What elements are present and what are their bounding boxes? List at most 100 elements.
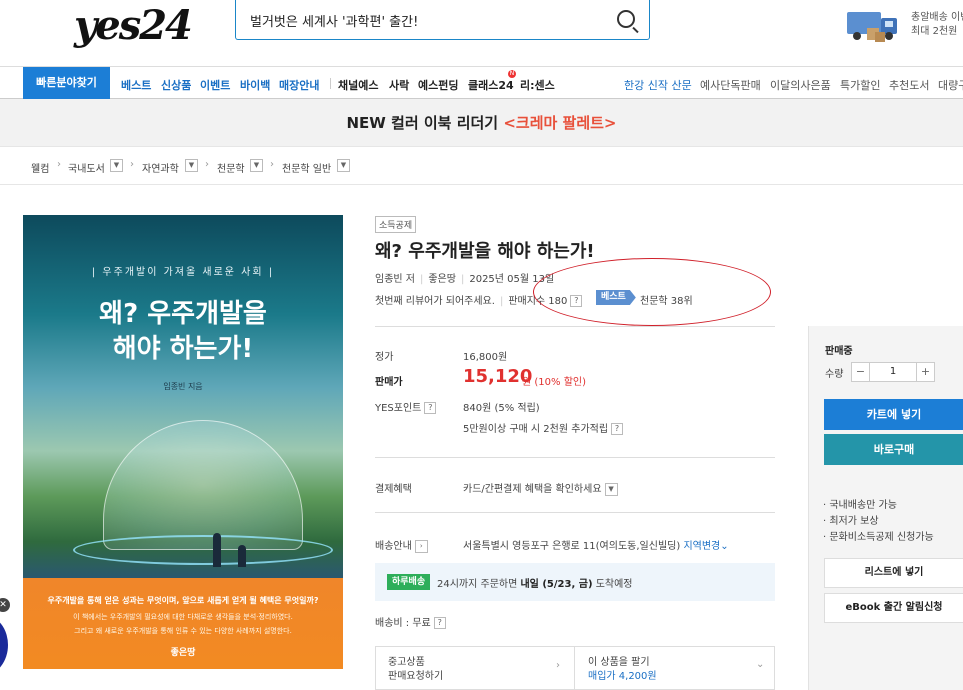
- list-price-value: 16,800원: [463, 352, 508, 363]
- nav-item-exclusive[interactable]: 예사단독판매: [700, 77, 761, 93]
- nav-item-sarak[interactable]: 사락: [389, 77, 409, 93]
- chevron-right-icon: ›: [205, 159, 209, 170]
- info-bullet: · 최저가 보상: [823, 516, 879, 527]
- banner-accent: <크레마 팔레트>: [503, 114, 617, 132]
- delivery-box: 하루배송 24시까지 주문하면 내일 (5/23, 금) 도착예정: [375, 563, 775, 601]
- chevron-down-icon[interactable]: ⌄: [756, 659, 764, 670]
- crumb-home[interactable]: 웰컴: [31, 160, 49, 175]
- cover-blurb-3: 그리고 왜 새로운 우주개발을 통해 인류 수 있는 다양한 사례까지 설명한다…: [74, 627, 292, 635]
- nav-item-gift[interactable]: 이달의사은품: [770, 77, 831, 93]
- shipping-fee-text: 배송비 : 무료: [375, 618, 431, 629]
- quantity-stepper[interactable]: − 1 +: [851, 362, 935, 382]
- chevron-down-icon[interactable]: ▼: [110, 159, 123, 172]
- help-icon[interactable]: ?: [424, 402, 437, 414]
- promo-line-1[interactable]: 총알배송 이벤: [911, 8, 963, 23]
- nav-item-funding[interactable]: 예스펀딩: [418, 77, 458, 93]
- cover-publisher: 좋은땅: [170, 648, 196, 658]
- used-line-1[interactable]: 중고상품: [388, 653, 425, 668]
- new-badge: N: [508, 70, 516, 78]
- yes-point-label: YES포인트?: [375, 399, 437, 414]
- cover-figure: [213, 533, 221, 567]
- review-link[interactable]: 첫번째 리뷰어가 되어주세요.: [375, 296, 495, 307]
- nav-item-recommend[interactable]: 추천도서: [889, 77, 929, 93]
- nav-item-license[interactable]: 리:센스: [520, 77, 555, 93]
- divider: [375, 326, 775, 327]
- minus-icon[interactable]: −: [852, 363, 870, 381]
- search-box[interactable]: 벌거벗은 세계사 '과학편' 출간!: [235, 0, 650, 40]
- delivery-pre: 24시까지 주문하면: [437, 579, 521, 590]
- chevron-right-icon[interactable]: ›: [414, 539, 428, 553]
- author-link[interactable]: 임종빈 저: [375, 274, 415, 285]
- add-to-cart-button[interactable]: 카트에 넣기: [824, 399, 963, 430]
- product-title: 왜? 우주개발을 해야 하는가!: [375, 241, 595, 262]
- info-bullet: · 문화비소득공제 신청가능: [823, 532, 934, 543]
- promo-banner[interactable]: NEW 컬러 이북 리더기 <크레마 팔레트>: [0, 99, 963, 147]
- discount-rate: (10% 할인): [534, 377, 586, 388]
- chevron-right-icon: ›: [270, 159, 274, 170]
- purchase-panel: 판매중 수량 − 1 + 카트에 넣기 바로구매 · 국내배송만 가능 · 최저…: [808, 326, 963, 690]
- payment-label: 결제혜택: [375, 484, 412, 495]
- chevron-right-icon: ›: [57, 159, 61, 170]
- cover-blurb-2: 이 책에서는 우주개발의 필요성에 대한 다채로운 생각들을 분석·정리하였다.: [73, 613, 293, 621]
- nav-item-hangang[interactable]: 한강 신작 산문: [624, 77, 692, 93]
- crumb-astronomy-general[interactable]: 천문학 일반: [282, 160, 331, 175]
- sell-line-2[interactable]: 매입가 4,200원: [588, 667, 657, 682]
- nav-item-buyback[interactable]: 바이백: [240, 77, 270, 93]
- yes-point-text: YES포인트: [375, 403, 422, 414]
- quick-category-button[interactable]: 빠른분야찾기: [23, 67, 110, 99]
- plus-icon[interactable]: +: [916, 363, 934, 381]
- nav-item-new[interactable]: 신상품: [161, 77, 191, 93]
- main-nav: 빠른분야찾기 베스트 신상품 이벤트 바이백 매장안내 채널예스 사락 예스펀딩…: [0, 66, 963, 99]
- used-line-2[interactable]: 판매요청하기: [388, 667, 443, 682]
- book-cover[interactable]: | 우주개발이 가져올 새로운 사회 | 왜? 우주개발을 해야 하는가! 임종…: [23, 215, 343, 669]
- search-icon[interactable]: [617, 10, 635, 28]
- cover-title-line-2: 해야 하는가!: [112, 334, 254, 364]
- nav-item-event[interactable]: 이벤트: [200, 77, 230, 93]
- buy-now-button[interactable]: 바로구매: [824, 434, 963, 465]
- deduction-tag: 소득공제: [375, 216, 417, 233]
- shipping-address: 서울특별시 영등포구 은행로 11(여의도동,일신빌딩) 지역변경⌄: [463, 537, 729, 552]
- divider: [574, 647, 575, 690]
- crumb-domestic[interactable]: 국내도서: [68, 160, 105, 175]
- ebook-alert-button[interactable]: eBook 출간 알림신청: [824, 593, 963, 623]
- help-icon[interactable]: ?: [433, 617, 446, 629]
- header: yes24 벌거벗은 세계사 '과학편' 출간! 총알배송 이벤 최대 2천원: [0, 0, 963, 66]
- promo-line-2[interactable]: 최대 2천원: [911, 22, 957, 37]
- help-icon[interactable]: ?: [611, 423, 624, 435]
- chevron-down-icon[interactable]: ▼: [337, 159, 350, 172]
- payment-benefit[interactable]: 카드/간편결제 혜택을 확인하세요 ▼: [463, 480, 618, 496]
- nav-item-channel-yes[interactable]: 채널예스: [338, 77, 378, 93]
- nav-item-discount[interactable]: 특가할인: [840, 77, 880, 93]
- chevron-down-icon[interactable]: ▼: [604, 482, 618, 496]
- nav-item-bulk[interactable]: 대량구: [938, 77, 963, 93]
- close-icon[interactable]: ✕: [0, 598, 10, 612]
- point-extra-text: 5만원이상 구매 시 2천원 추가적립: [463, 424, 609, 435]
- yes24-logo[interactable]: yes24: [74, 2, 193, 49]
- search-input[interactable]: 벌거벗은 세계사 '과학편' 출간!: [250, 11, 418, 30]
- sell-line-1[interactable]: 이 상품을 팔기: [588, 653, 650, 668]
- chevron-down-icon[interactable]: ▼: [185, 159, 198, 172]
- chevron-down-icon[interactable]: ▼: [250, 159, 263, 172]
- chevron-down-icon[interactable]: ⌄: [720, 541, 728, 552]
- add-to-wishlist-button[interactable]: 리스트에 넣기: [824, 558, 963, 588]
- chevron-right-icon[interactable]: ›: [556, 660, 560, 671]
- nav-item-class24[interactable]: 클래스24: [468, 77, 514, 93]
- nav-item-best[interactable]: 베스트: [121, 77, 151, 93]
- annotation-ellipse: [533, 258, 771, 326]
- cover-ring-illustration: [73, 535, 333, 565]
- crumb-astronomy[interactable]: 천문학: [217, 160, 245, 175]
- won-unit: 원: [522, 377, 532, 388]
- info-bullet: · 국내배송만 가능: [823, 500, 897, 511]
- payment-benefit-text: 카드/간편결제 혜택을 확인하세요: [463, 484, 602, 495]
- delivery-truck-icon[interactable]: [845, 4, 905, 44]
- shipping-fee: 배송비 : 무료?: [375, 614, 446, 629]
- yes-point-extra: 5만원이상 구매 시 2천원 추가적립?: [463, 420, 624, 435]
- list-price-label: 정가: [375, 352, 394, 363]
- publisher-link[interactable]: 좋은땅: [428, 274, 456, 285]
- sell-options: 중고상품 판매요청하기 › 이 상품을 팔기 매입가 4,200원 ⌄: [375, 646, 775, 690]
- nav-item-store[interactable]: 매장안내: [279, 77, 319, 93]
- region-change-link[interactable]: 지역변경: [683, 541, 720, 552]
- crumb-science[interactable]: 자연과학: [142, 160, 179, 175]
- quantity-input[interactable]: 1: [870, 363, 916, 381]
- floating-widget[interactable]: [0, 615, 8, 675]
